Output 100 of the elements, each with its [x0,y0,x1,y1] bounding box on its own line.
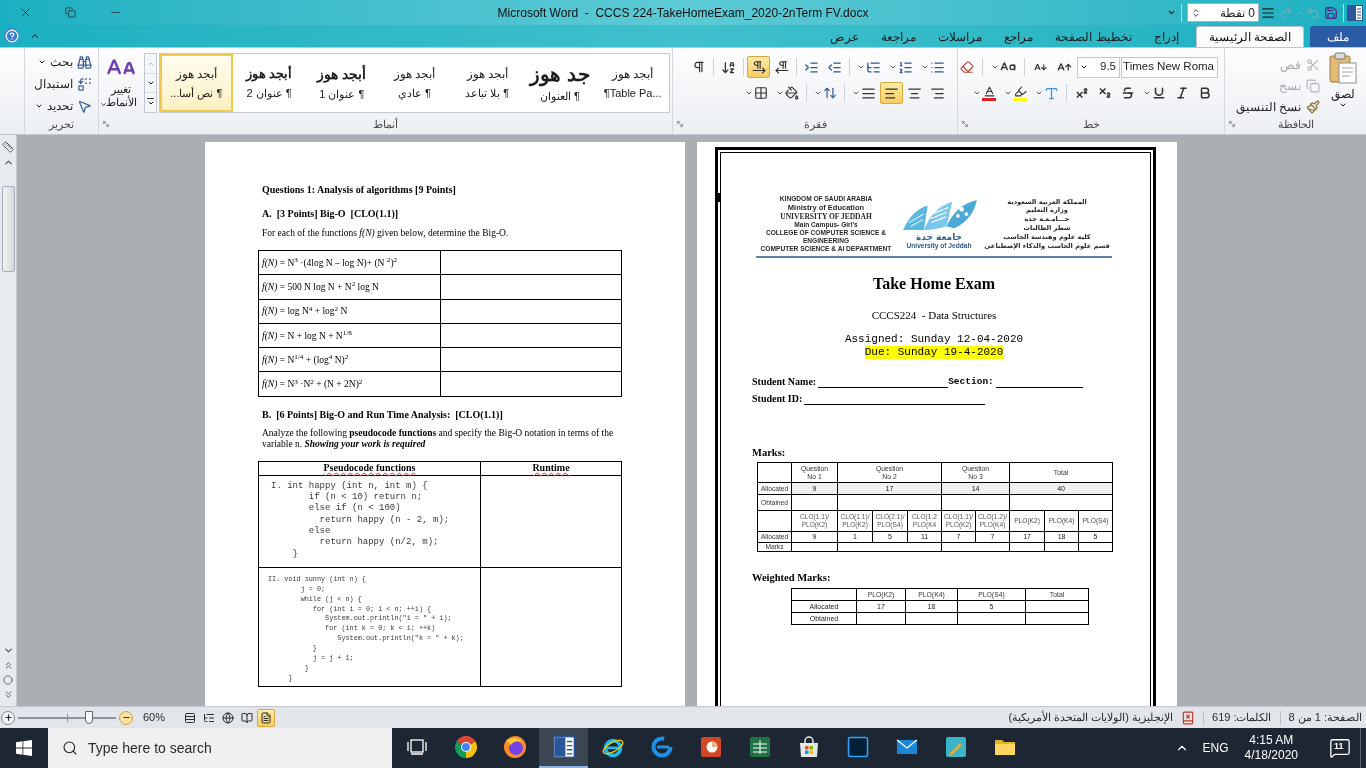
style-item[interactable]: أبجد هوز ¶ عنوان 1 [305,54,379,112]
globe-logo-icon [502,735,527,759]
caret-icon [1339,101,1347,109]
table-cell: f(N) = N$^{3}$ ·(4log N – log N)+ (N $^{2}$)$^{2}$ [258,250,440,275]
zoom-in-button[interactable] [1,710,15,725]
caret-icon [852,89,860,97]
letter-t-icon [1044,85,1059,101]
dialog-launcher-button[interactable] [675,119,685,129]
group-label: فقرة [803,117,827,131]
caret-icon [2,645,14,656]
style-item[interactable]: جد هوز ¶ العنوان [523,54,597,112]
search-icon [62,740,78,756]
notification-button[interactable]: 11 [1320,728,1360,768]
paint-bucket-icon [785,86,799,100]
ribbon-tab[interactable]: مراسلات [927,26,994,47]
justify-icon [861,85,876,101]
ribbon-tab[interactable]: ملف [1310,26,1366,47]
browse-object-button[interactable] [3,675,13,685]
language-text[interactable]: الإنجليزية (الولايات المتحدة الأمريكية) [1008,709,1173,726]
undo-icon [1306,5,1320,20]
find-button[interactable]: بحث [38,51,92,73]
swirl-logo-icon [649,735,674,759]
caret-icon [991,63,999,71]
dialog-launcher-button[interactable] [1227,119,1237,129]
group-label: تحرير [49,117,74,131]
column-header: Runtime [480,461,622,476]
align-left-button[interactable] [880,82,903,104]
search-field[interactable]: Type here to search [48,728,392,768]
subscript-icon [1097,86,1112,100]
course-title: CCCS224 - Data Structures [871,308,997,322]
align-center-icon [907,85,922,101]
dialog-launcher-button[interactable] [101,119,111,129]
ruler-button[interactable] [2,141,14,153]
open-book-icon [241,711,254,724]
highlighter-icon [1013,85,1027,101]
style-item[interactable]: أبجد هوز ¶ بلا تباعد [450,54,524,112]
ribbon-tab[interactable]: إدراج [1142,26,1190,47]
pilcrow-left-arrow-icon [774,60,789,74]
ruler-icon [2,141,14,153]
taskbar-app-button[interactable] [539,728,588,768]
square-tile-icon [845,735,870,759]
window-title: Microsoft Word - CCCS 224-TakeHomeExam_2020-2nTerm FV.docx [497,4,869,22]
pointer-icon [77,98,92,114]
caret-icon [1035,89,1043,97]
copy-icon [1306,78,1320,93]
page-count[interactable]: الصفحة: 1 من 8 [1288,709,1362,726]
strikethrough-icon [1120,86,1135,100]
answer-box [957,612,1026,625]
help-icon[interactable] [4,28,19,43]
scroll-down-button[interactable] [2,645,14,656]
sort-icon [721,59,736,75]
replace-icon [77,76,92,92]
restore-icon [65,7,76,18]
pencil-tile-icon [943,735,968,759]
field-label: Section: [948,376,994,388]
rows-icon [184,711,197,724]
underline-icon [1152,86,1166,100]
align-left-icon [884,85,899,101]
print-layout-button[interactable] [257,708,276,727]
select-button[interactable]: تحديد [35,95,92,117]
bar-chevron-icon [146,98,155,107]
bullet-list-icon [930,59,945,75]
paste-button[interactable]: لصق [1326,52,1360,117]
caret-icon [1080,63,1088,71]
left-to-right-button[interactable] [747,56,770,78]
zoom-level-text[interactable]: 60% [143,709,166,726]
dialog-launcher-button[interactable] [960,119,970,129]
caret-icon [1143,89,1151,97]
word-count[interactable]: الكلمات: 619 [1212,709,1272,726]
paintbrush-icon [1306,99,1320,114]
scissors-icon [1306,57,1320,72]
input-language[interactable]: ENG [1194,739,1237,757]
change-styles-button[interactable]: تغيير الأنماط [100,53,142,117]
answer-box [1044,542,1079,552]
binoculars-icon [77,54,92,70]
spin-arrows-icon [1191,7,1201,18]
diagonal-arrow-icon [961,120,969,128]
zoom-out-button[interactable] [119,710,133,725]
font-size-field[interactable]: 9.5 [1077,56,1120,78]
font-name-field[interactable]: Times New Roma [1121,56,1218,78]
caret-icon [745,89,753,97]
instruction-text: For each of the functions f(N) given below, determine the Big-O. [262,227,509,239]
format-painter-button[interactable]: نسخ التنسيق [1233,96,1322,117]
replace-button[interactable]: استبدال [34,73,92,95]
style-item[interactable]: أبجد هوز ¶ عادي [378,54,451,112]
zoom-slider-thumb[interactable] [84,710,93,724]
field-label: Student ID: [752,393,803,405]
scrollbar-thumb[interactable] [1,186,15,272]
round-logo-icon [453,735,478,759]
book-x-icon[interactable] [1181,710,1195,725]
clock-button[interactable]: 4:15 AM 4/18/2020 [1236,733,1306,763]
caret-icon [921,63,929,71]
answer-box [1025,612,1089,625]
diagonal-arrow-icon [1228,120,1236,128]
question-heading: Questions 1: Analysis of algorithms [9 Points] [262,184,456,196]
ribbon-tab[interactable]: تخطيط الصفحة [1044,26,1143,47]
ribbon-tab[interactable]: الصفحة الرئيسية [1195,26,1304,47]
ribbon-tab[interactable]: مراجع [993,26,1045,47]
spacing-field[interactable]: 0 نقطة [1187,3,1259,22]
circle-icon [3,675,13,685]
